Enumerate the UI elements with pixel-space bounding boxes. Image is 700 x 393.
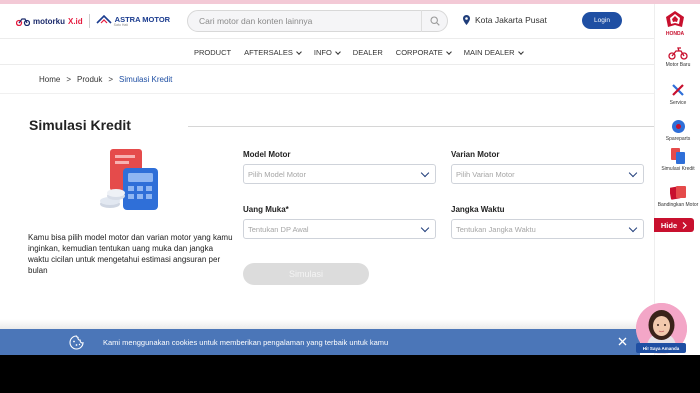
sidebar-item-simulasi-kredit[interactable]: Simulasi Kredit xyxy=(655,148,700,172)
credit-calculator-illustration xyxy=(100,149,158,210)
page: motorku X.id ASTRA MOTOR Satu Hati Cari m… xyxy=(0,0,700,355)
uang-muka-select[interactable]: Tentukan DP Awal xyxy=(243,219,436,239)
cookie-banner: Kami menggunakan cookies untuk memberika… xyxy=(0,329,640,355)
breadcrumb-divider xyxy=(0,93,655,94)
calculator-icon xyxy=(671,148,685,164)
search-bar[interactable]: Cari motor dan konten lainnya xyxy=(187,10,448,32)
login-button[interactable]: Login xyxy=(582,12,622,29)
chevron-right-icon xyxy=(682,221,687,229)
nav-item-label: AFTERSALES xyxy=(244,48,293,57)
nav-item-main-dealer[interactable]: MAIN DEALER xyxy=(463,48,524,57)
close-icon[interactable] xyxy=(617,336,628,347)
sidebar-item-label: Bandingkan Motor xyxy=(657,202,699,208)
search-button[interactable] xyxy=(421,10,447,32)
motorku-logo-text: motorku xyxy=(33,16,65,26)
model-motor-placeholder: Pilih Model Motor xyxy=(248,170,306,179)
honda-brand-text: HONDA xyxy=(666,31,685,37)
nav-item-product[interactable]: PRODUCT xyxy=(194,48,231,57)
footer-shadow xyxy=(0,319,655,329)
nav-item-label: MAIN DEALER xyxy=(463,48,515,57)
chevron-down-icon xyxy=(445,48,452,55)
uang-muka-label: Uang Muka* xyxy=(243,205,289,214)
nav-item-corporate[interactable]: CORPORATE xyxy=(395,48,452,57)
compare-icon xyxy=(670,186,686,200)
nav-item-aftersales[interactable]: AFTERSALES xyxy=(244,48,302,57)
chevron-down-icon xyxy=(296,48,302,55)
astra-motor-logo[interactable]: ASTRA MOTOR Satu Hati xyxy=(96,14,171,28)
cookie-icon xyxy=(69,335,84,350)
sidebar-item-label: Simulasi Kredit xyxy=(661,166,695,172)
chevron-down-icon xyxy=(420,223,430,233)
breadcrumb-separator: > xyxy=(66,75,72,84)
jangka-waktu-select[interactable]: Tentukan Jangka Waktu xyxy=(451,219,644,239)
astra-logo-icon xyxy=(96,14,112,24)
chevron-down-icon xyxy=(517,48,524,55)
motorku-logo[interactable]: motorku X.id xyxy=(16,17,83,26)
cookie-text: Kami menggunakan cookies untuk memberika… xyxy=(103,338,389,347)
breadcrumb-home[interactable]: Home xyxy=(39,75,60,84)
location-selector[interactable]: Kota Jakarta Pusat xyxy=(463,15,547,25)
nav-item-label: INFO xyxy=(313,48,332,57)
breadcrumb-separator: > xyxy=(108,75,114,84)
jangka-waktu-placeholder: Tentukan Jangka Waktu xyxy=(456,225,536,234)
breadcrumb-current: Simulasi Kredit xyxy=(119,75,173,84)
nav-item-info[interactable]: INFO xyxy=(313,48,341,57)
main-nav: PRODUCT AFTERSALES INFO DEALER CORPORATE… xyxy=(0,40,700,65)
breadcrumb: Home > Produk > Simulasi Kredit xyxy=(39,75,172,84)
model-motor-label: Model Motor xyxy=(243,150,291,159)
nav-item-label: CORPORATE xyxy=(395,48,443,57)
sidebar-item-label: Service xyxy=(669,100,687,106)
astra-logo-text: ASTRA MOTOR xyxy=(114,14,171,24)
sidebar-item-service[interactable]: Service xyxy=(655,82,700,106)
sidebar-item-label: Spareparts xyxy=(665,136,691,142)
page-description: Kamu bisa pilih model motor dan varian m… xyxy=(28,233,233,275)
search-input[interactable]: Cari motor dan konten lainnya xyxy=(199,16,312,26)
motorku-logo-suffix: X.id xyxy=(68,16,83,26)
logo-group[interactable]: motorku X.id ASTRA MOTOR Satu Hati xyxy=(16,14,170,28)
nav-item-dealer[interactable]: DEALER xyxy=(353,48,383,57)
model-motor-select[interactable]: Pilih Model Motor xyxy=(243,164,436,184)
motorcycle-icon xyxy=(668,47,688,60)
motorcycle-logo-icon xyxy=(16,17,30,26)
hide-sidebar-button[interactable]: Hide xyxy=(654,218,694,232)
jangka-waktu-label: Jangka Waktu xyxy=(451,205,505,214)
header: motorku X.id ASTRA MOTOR Satu Hati Cari m… xyxy=(0,4,655,39)
page-title: Simulasi Kredit xyxy=(29,117,131,133)
nav-item-label: DEALER xyxy=(352,48,383,57)
chevron-down-icon xyxy=(420,168,430,178)
logo-divider xyxy=(88,14,90,28)
uang-muka-placeholder: Tentukan DP Awal xyxy=(248,225,309,234)
wrench-icon xyxy=(672,84,684,96)
varian-motor-select[interactable]: Pilih Varian Motor xyxy=(451,164,644,184)
location-text: Kota Jakarta Pusat xyxy=(475,15,547,25)
sidebar-item-spareparts[interactable]: Spareparts xyxy=(655,119,700,142)
search-icon xyxy=(429,16,440,26)
title-divider xyxy=(188,126,654,127)
chevron-down-icon xyxy=(628,223,638,233)
sparepart-gear-icon xyxy=(671,120,685,133)
nav-item-label: PRODUCT xyxy=(194,48,232,57)
sidebar-item-label: Motor Baru xyxy=(665,62,691,68)
varian-motor-placeholder: Pilih Varian Motor xyxy=(456,170,515,179)
breadcrumb-produk[interactable]: Produk xyxy=(77,75,102,84)
sidebar-item-bandingkan-motor[interactable]: Bandingkan Motor xyxy=(655,185,700,208)
location-pin-icon xyxy=(463,15,470,25)
hide-label: Hide xyxy=(660,220,678,230)
chevron-down-icon xyxy=(334,48,341,55)
astra-logo-subtext: Satu Hati xyxy=(113,22,129,27)
sidebar-item-motor-baru[interactable]: Motor Baru xyxy=(655,46,700,68)
honda-logo-icon[interactable]: HONDA xyxy=(660,8,690,38)
varian-motor-label: Varian Motor xyxy=(451,150,500,159)
chevron-down-icon xyxy=(628,168,638,178)
assistant-label[interactable]: Hi! Saya Amanda xyxy=(636,343,686,353)
simulasi-button[interactable]: Simulasi xyxy=(243,263,369,285)
nav-items: PRODUCT AFTERSALES INFO DEALER CORPORATE… xyxy=(194,48,536,57)
